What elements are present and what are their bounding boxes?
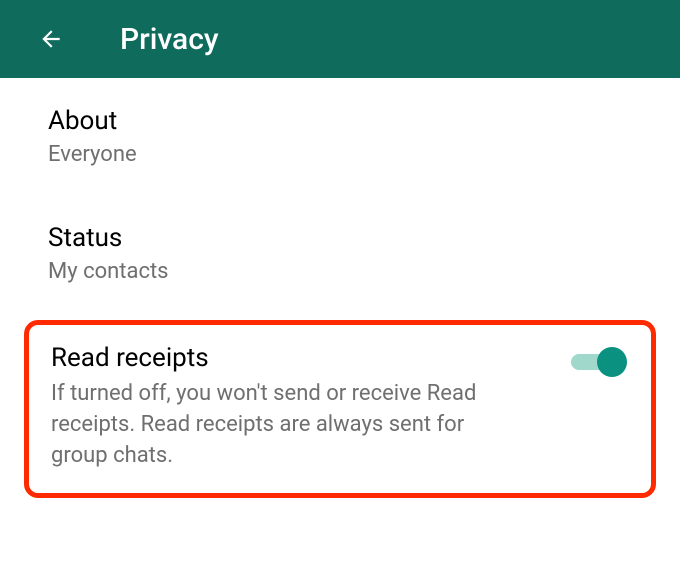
setting-value: My contacts	[48, 259, 632, 284]
setting-read-receipts[interactable]: Read receipts If turned off, you won't s…	[24, 320, 656, 498]
app-header: Privacy	[0, 0, 680, 78]
read-receipts-row: Read receipts If turned off, you won't s…	[51, 343, 629, 471]
setting-label: Status	[48, 223, 632, 253]
read-receipts-toggle[interactable]	[571, 347, 623, 377]
setting-status[interactable]: Status My contacts	[0, 195, 680, 312]
setting-value: Everyone	[48, 142, 632, 167]
settings-content: About Everyone Status My contacts Read r…	[0, 78, 680, 498]
setting-label: Read receipts	[51, 343, 571, 373]
setting-description: If turned off, you won't send or receive…	[51, 379, 491, 471]
read-receipts-text: Read receipts If turned off, you won't s…	[51, 343, 571, 471]
setting-about[interactable]: About Everyone	[0, 78, 680, 195]
back-arrow-icon[interactable]	[38, 26, 64, 52]
page-title: Privacy	[120, 22, 219, 57]
setting-label: About	[48, 106, 632, 136]
toggle-thumb	[597, 347, 627, 377]
